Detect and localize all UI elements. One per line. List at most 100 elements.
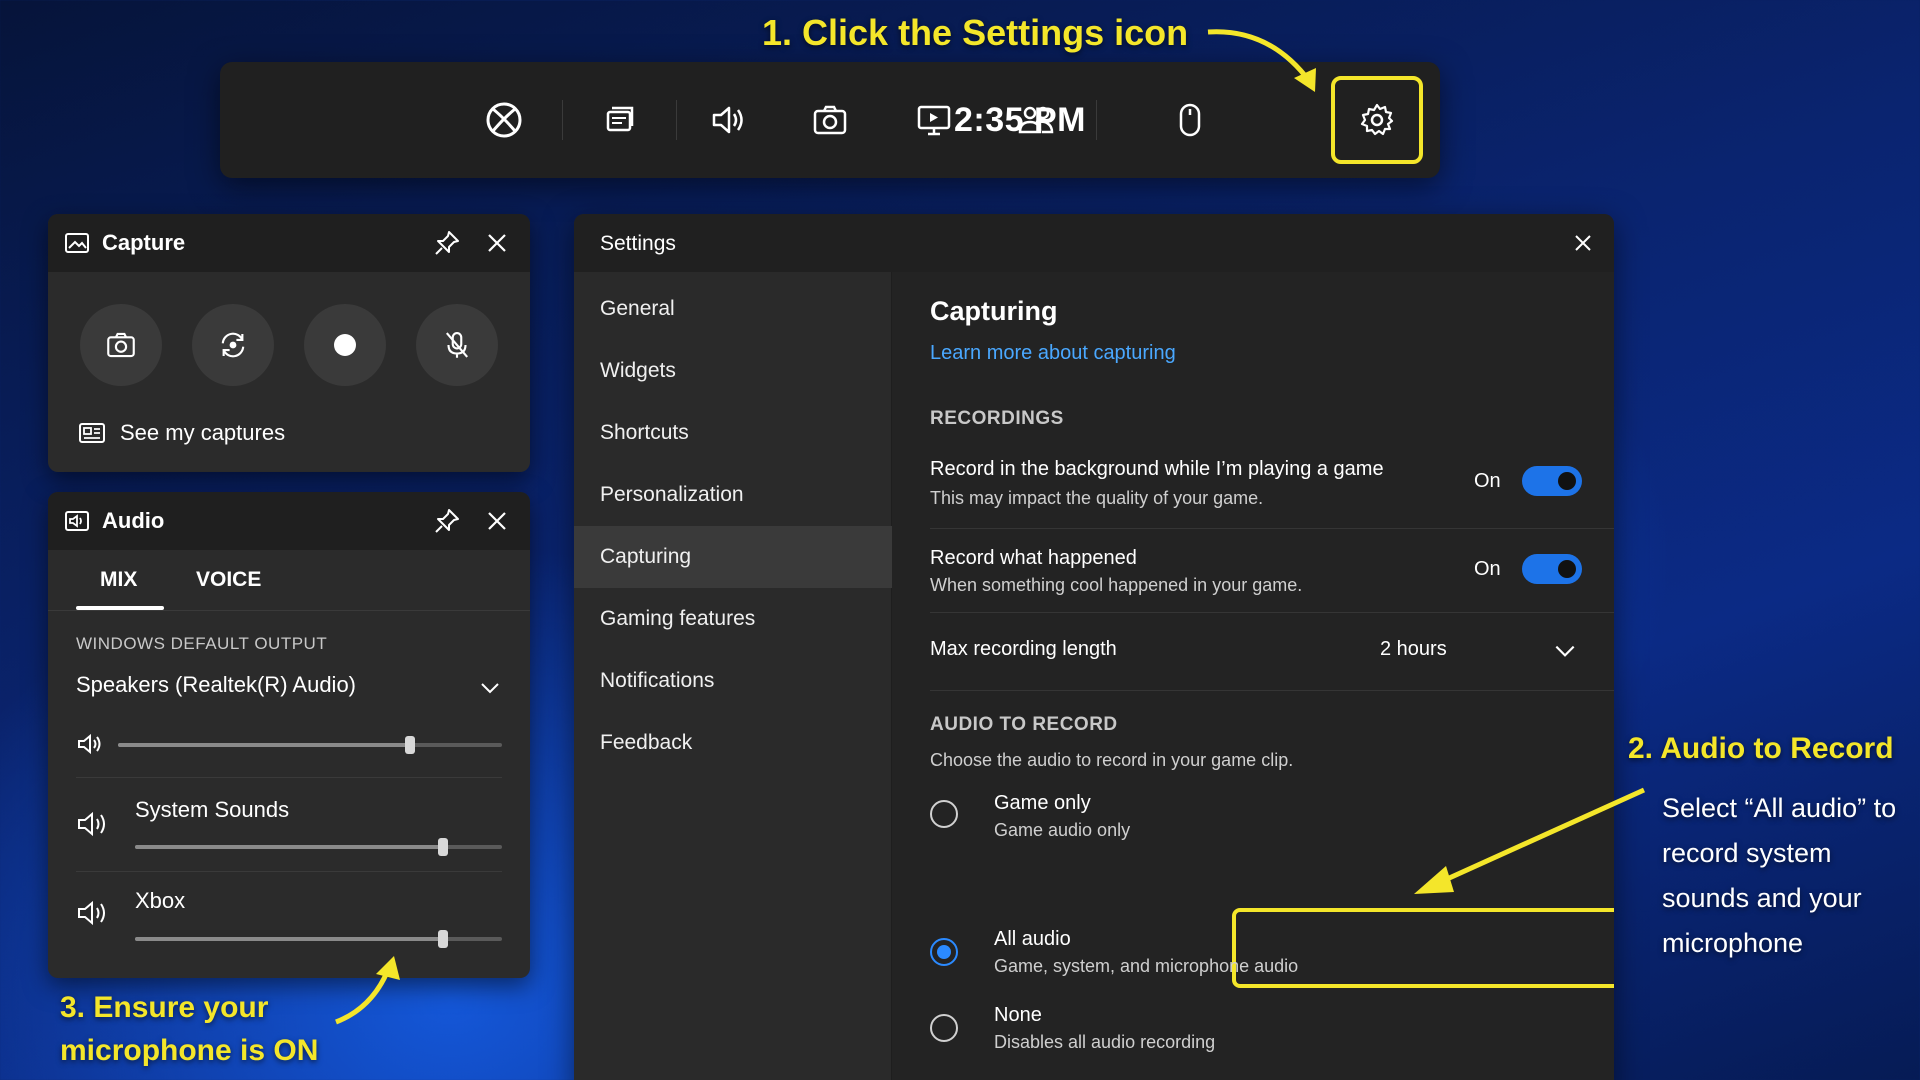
xbox-volume-fill [135,937,444,941]
audio-widget-title: Audio [102,508,165,533]
record-what-happened-toggle[interactable] [1522,554,1582,584]
chevron-down-icon[interactable] [1552,638,1578,664]
xbox-volume-slider[interactable] [135,930,502,948]
widgets-button[interactable] [584,84,656,156]
system-sounds-volume-slider[interactable] [135,838,502,856]
master-volume-fill [118,743,410,747]
settings-window: Settings General Widgets Shortcuts Perso… [574,214,1614,1080]
step2-annotation-description: Select “All audio” to record system soun… [1662,793,1897,958]
nav-notifications[interactable]: Notifications [574,650,892,712]
toggle-knob [1558,472,1576,490]
nav-general[interactable]: General [574,278,892,340]
learn-more-link[interactable]: Learn more about capturing [930,342,1176,365]
option-none-title: None [994,1004,1042,1026]
tab-voice[interactable]: VOICE [196,568,261,592]
xbox-button[interactable] [468,84,540,156]
pin-icon[interactable] [432,228,462,258]
audio-to-record-description: Choose the audio to record in your game … [930,750,1294,770]
camera-icon [813,105,847,135]
record-what-happened-state: On [1474,558,1501,580]
start-recording-button[interactable] [304,304,386,386]
xbox-audio-label: Xbox [135,888,186,913]
toggle-knob [1558,560,1576,578]
nav-shortcuts[interactable]: Shortcuts [574,402,892,464]
tab-divider [48,610,530,611]
step1-annotation: 1. Click the Settings icon [762,12,1189,53]
background-recording-description: This may impact the quality of your game… [930,488,1264,508]
speaker-icon [78,900,105,926]
option-all-audio-title: All audio [994,928,1071,950]
widgets-icon [606,106,634,132]
divider [930,612,1614,613]
nav-capturing[interactable]: Capturing [574,526,892,588]
divider [76,777,502,778]
option-game-only-description: Game audio only [994,820,1131,840]
see-my-captures-label: See my captures [120,420,286,445]
option-none-description: Disables all audio recording [994,1032,1216,1052]
chevron-down-icon[interactable] [478,676,502,700]
clock: 2:35 PM [954,100,1086,139]
camera-icon [107,332,135,358]
audio-widget-icon [65,511,89,531]
background-recording-toggle[interactable] [1522,466,1582,496]
screenshot-button[interactable] [80,304,162,386]
arrow-icon [1207,29,1316,92]
nav-feedback[interactable]: Feedback [574,712,892,774]
speaker-icon [712,106,743,134]
audio-widget: Audio MIX VOICE WINDOWS DEFAULT OUTPUT S… [48,492,530,978]
tab-mix[interactable]: MIX [100,568,137,592]
system-sounds-volume-thumb[interactable] [438,838,449,856]
xbox-volume-thumb[interactable] [438,930,449,948]
pin-icon[interactable] [432,506,462,536]
divider [562,100,563,140]
max-recording-length-label: Max recording length [930,638,1117,660]
capture-icon [65,233,89,253]
mic-toggle-button[interactable] [416,304,498,386]
arrow-icon [1414,787,1646,894]
gear-icon [1360,103,1394,136]
radio-all-audio[interactable] [930,938,958,966]
record-last-icon [221,332,245,358]
nav-widgets[interactable]: Widgets [574,340,892,402]
recordings-section-label: RECORDINGS [930,408,1064,429]
background-recording-state: On [1474,470,1501,492]
mouse-icon [1179,103,1201,137]
settings-nav: General Widgets Shortcuts Personalizatio… [574,272,892,1080]
capture-widget-button[interactable] [794,84,866,156]
gallery-icon [79,423,105,443]
audio-widget-header: Audio [48,492,530,550]
record-what-happened-description: When something cool happened in your gam… [930,575,1303,595]
system-sounds-volume-fill [135,845,444,849]
radio-none[interactable] [930,1014,958,1042]
speaker-icon [78,811,105,837]
option-game-only-title: Game only [994,792,1091,814]
record-last-button[interactable] [192,304,274,386]
output-device-select[interactable]: Speakers (Realtek(R) Audio) [76,672,356,698]
option-all-audio-description: Game, system, and microphone audio [994,956,1299,976]
speaker-icon[interactable] [76,732,104,756]
close-icon[interactable] [482,506,512,536]
output-section-label: WINDOWS DEFAULT OUTPUT [76,634,328,653]
close-icon[interactable] [1568,228,1598,258]
nav-gaming-features[interactable]: Gaming features [574,588,892,650]
divider [930,528,1614,529]
settings-button[interactable] [1331,76,1423,164]
background-recording-title: Record in the background while I’m playi… [930,458,1384,480]
system-sounds-label: System Sounds [135,797,290,822]
step2-annotation-title: 2. Audio to Record [1628,732,1894,765]
max-recording-length-select[interactable]: 2 hours [1380,638,1447,661]
nav-personalization[interactable]: Personalization [574,464,892,526]
close-icon[interactable] [482,228,512,258]
record-icon [334,334,356,356]
record-what-happened-title: Record what happened [930,547,1137,569]
page-title: Capturing [930,296,1058,326]
capturing-settings: Capturing Learn more about capturing REC… [892,272,1614,1080]
microphone-muted-icon [445,332,469,358]
see-my-captures-link[interactable]: See my captures [78,420,285,446]
master-volume-thumb[interactable] [404,736,415,754]
radio-game-only[interactable] [930,800,958,828]
xbox-icon [486,102,522,138]
master-volume-slider[interactable] [118,736,502,754]
audio-widget-button[interactable] [692,84,764,156]
divider [676,100,677,140]
